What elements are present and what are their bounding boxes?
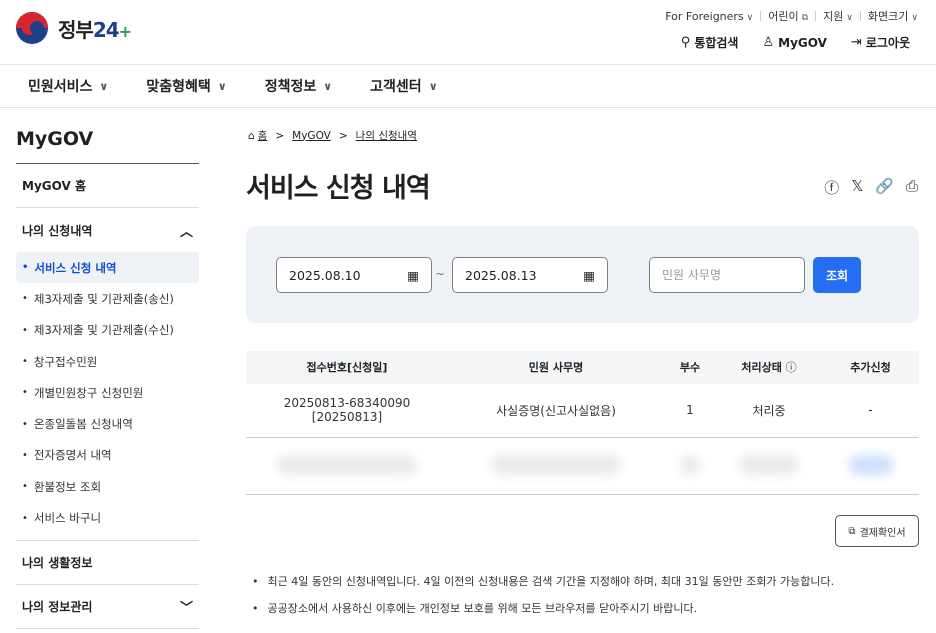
integrated-search-button[interactable]: ⚲ 통합검색: [681, 34, 739, 51]
sidebar-item-refund[interactable]: 환불정보 조회: [16, 471, 199, 502]
calendar-icon[interactable]: ▦: [583, 268, 595, 283]
sidebar-title: MyGOV: [16, 118, 199, 164]
sidebar-item-life-info[interactable]: 나의 생활정보: [16, 541, 199, 585]
breadcrumb-home[interactable]: 홈: [258, 128, 268, 143]
user-icon: ♙: [762, 35, 775, 50]
breadcrumb-apply[interactable]: 나의 신청내역: [356, 128, 417, 143]
home-icon: ⌂: [248, 129, 255, 142]
sidebar-item-home[interactable]: MyGOV 홈: [16, 164, 199, 208]
cell-copies: 1: [664, 383, 716, 438]
logo-text: 정부24+: [58, 17, 132, 42]
sidebar-item-service-history[interactable]: 서비스 신청 내역: [16, 252, 199, 284]
external-link-icon: ⧉: [801, 13, 809, 23]
gnb-policy[interactable]: 정책정보 ∨: [265, 76, 332, 96]
date-range-separator: ~: [435, 267, 446, 281]
gnb-civil-service[interactable]: 민원서비스 ∨: [28, 76, 108, 96]
gnb-customer-center[interactable]: 고객센터 ∨: [370, 76, 437, 96]
site-logo[interactable]: 정부24+: [16, 12, 132, 44]
facebook-icon[interactable]: ⓕ: [824, 177, 839, 198]
logout-icon: ⇥: [850, 35, 862, 50]
chevron-down-icon: ∨: [217, 79, 227, 93]
utility-menu: For Foreigners ∨ 어린이 ⧉ 지원 ∨ 화면크기 ∨: [665, 8, 918, 24]
chevron-down-icon: ∨: [846, 13, 853, 23]
chevron-right-icon: >: [275, 129, 285, 142]
chevron-up-icon: ︿: [179, 224, 193, 240]
search-icon: ⚲: [680, 35, 691, 50]
mygov-button[interactable]: ♙ MyGOV: [762, 35, 826, 50]
cell-receipt-no[interactable]: 20250813-68340090 [20250813]: [246, 383, 448, 438]
payment-receipt-button[interactable]: ⧉ 결제확인서: [835, 515, 919, 547]
sidebar: MyGOV MyGOV 홈 나의 신청내역 ︿ 서비스 신청 내역 제3자제출 …: [16, 118, 199, 629]
breadcrumb-mygov[interactable]: MyGOV: [292, 130, 331, 142]
search-button[interactable]: 조회: [813, 257, 861, 293]
table-row[interactable]: 20250813-68340090 [20250813] 사실증명(신고사실없음…: [246, 383, 919, 438]
sidebar-item-individual-counter[interactable]: 개별민원창구 신청민원: [16, 377, 199, 408]
chevron-down-icon: ∨: [99, 79, 109, 93]
cell-service-name: 사실증명(신고사실없음): [448, 383, 664, 438]
cell-status: 처리중: [716, 383, 822, 438]
calendar-icon[interactable]: ▦: [407, 268, 419, 283]
sidebar-item-e-certificate[interactable]: 전자증명서 내역: [16, 440, 199, 471]
page-title: 서비스 신청 내역: [246, 173, 431, 204]
logout-button[interactable]: ⇥ 로그아웃: [851, 34, 910, 51]
sidebar-section-apply[interactable]: 나의 신청내역 ︿: [16, 208, 199, 252]
chevron-down-icon: ﹀: [179, 600, 193, 616]
support-menu[interactable]: 지원 ∨: [823, 8, 853, 24]
sidebar-item-counter[interactable]: 창구접수민원: [16, 346, 199, 377]
chevron-down-icon: ∨: [746, 12, 754, 23]
sidebar-apply-list: 서비스 신청 내역 제3자제출 및 기관제출(송신) 제3자제출 및 기관제출(…: [16, 252, 199, 541]
sidebar-item-allday-care[interactable]: 온종일돌봄 신청내역: [16, 408, 199, 439]
search-panel: 2025.08.10 ▦ ~ 2025.08.13 ▦ 조회: [246, 226, 919, 323]
chevron-down-icon: ∨: [428, 79, 438, 93]
col-service-name: 민원 사무명: [448, 350, 664, 384]
notice-item: 최근 4일 동안의 신청내역입니다. 4일 이전의 신청내용은 검색 기간을 지…: [252, 571, 835, 591]
header-actions: ⚲ 통합검색 ♙ MyGOV ⇥ 로그아웃: [657, 34, 910, 51]
start-date-field[interactable]: 2025.08.10 ▦: [276, 257, 432, 293]
end-date-field[interactable]: 2025.08.13 ▦: [452, 257, 608, 293]
sidebar-item-basket[interactable]: 서비스 바구니: [16, 502, 199, 533]
info-icon[interactable]: ⓘ: [786, 361, 797, 374]
breadcrumb: ⌂ 홈 > MyGOV > 나의 신청내역: [248, 128, 417, 143]
x-twitter-icon[interactable]: 𝕏: [851, 177, 863, 198]
sidebar-section-info[interactable]: 나의 정보관리 ﹀: [16, 585, 199, 629]
font-size-menu[interactable]: 화면크기 ∨: [868, 8, 918, 24]
gnb-benefits[interactable]: 맞춤형혜택 ∨: [146, 76, 226, 96]
col-receipt-no: 접수번호[신청일]: [246, 350, 448, 384]
col-status: 처리상태 ⓘ: [716, 350, 822, 384]
table-row-blurred: [246, 437, 919, 495]
chevron-right-icon: >: [338, 129, 348, 142]
result-table: 접수번호[신청일] 민원 사무명 부수 처리상태 ⓘ 추가신청 20250813…: [246, 350, 919, 495]
notice-list: 최근 4일 동안의 신청내역입니다. 4일 이전의 신청내용은 검색 기간을 지…: [252, 571, 835, 625]
for-foreigners-link[interactable]: For Foreigners ∨: [665, 10, 753, 23]
print-icon[interactable]: ⎙: [906, 177, 918, 198]
share-tools: ⓕ 𝕏 🔗 ⎙: [824, 177, 918, 198]
col-copies: 부수: [664, 350, 716, 384]
link-copy-icon[interactable]: 🔗: [875, 177, 894, 198]
external-link-icon: ⧉: [848, 525, 856, 537]
notice-item: 공공장소에서 사용하신 이후에는 개인정보 보호를 위해 모든 브라우저를 닫아…: [252, 598, 834, 618]
service-name-input[interactable]: [649, 257, 805, 293]
kids-link[interactable]: 어린이 ⧉: [768, 8, 808, 24]
col-extra: 추가신청: [822, 350, 919, 384]
sidebar-item-third-party-sent[interactable]: 제3자제출 및 기관제출(송신): [16, 283, 199, 314]
cell-extra: -: [822, 383, 919, 438]
government-emblem-icon: [16, 12, 48, 44]
sidebar-item-third-party-received[interactable]: 제3자제출 및 기관제출(수신): [16, 315, 199, 346]
global-nav: 민원서비스 ∨ 맞춤형혜택 ∨ 정책정보 ∨ 고객센터 ∨: [0, 64, 936, 108]
chevron-down-icon: ∨: [911, 13, 918, 23]
chevron-down-icon: ∨: [323, 79, 333, 93]
